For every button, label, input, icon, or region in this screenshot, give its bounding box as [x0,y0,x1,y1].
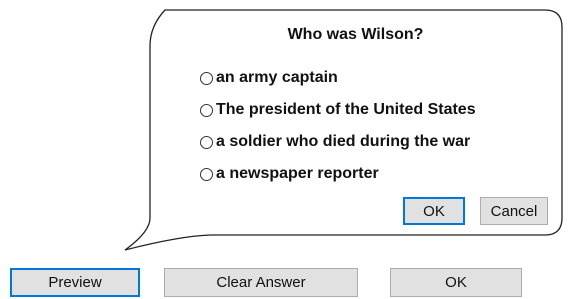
dialog-ok-button[interactable]: OK [403,197,465,225]
answer-option[interactable]: an army captain [200,62,476,94]
dialog-cancel-button[interactable]: Cancel [480,197,548,225]
radio-button[interactable] [200,71,213,85]
answer-option-label: The president of the United States [216,101,476,118]
answer-option-label: an army captain [216,69,338,86]
preview-button[interactable]: Preview [10,268,140,297]
quiz-stage: Who was Wilson? an army captain The pres… [0,0,573,299]
question-title: Who was Wilson? [287,26,424,43]
radio-button[interactable] [200,167,213,181]
answer-options: an army captain The president of the Uni… [200,62,476,190]
clear-answer-button[interactable]: Clear Answer [164,268,358,297]
radio-button[interactable] [200,103,213,117]
ok-button[interactable]: OK [390,268,522,297]
answer-option-label: a soldier who died during the war [216,133,471,150]
answer-option[interactable]: The president of the United States [200,94,476,126]
answer-option[interactable]: a soldier who died during the war [200,126,476,158]
answer-option-label: a newspaper reporter [216,165,379,182]
radio-button[interactable] [200,135,213,149]
answer-option[interactable]: a newspaper reporter [200,158,476,190]
